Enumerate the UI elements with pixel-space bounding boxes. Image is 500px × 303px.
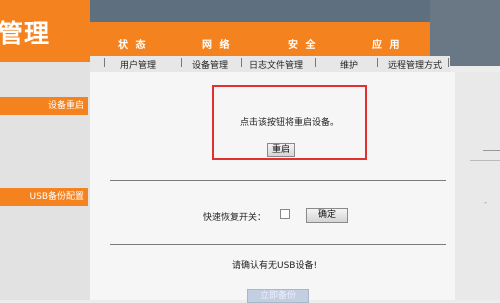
submenu-item-log-management[interactable]: 日志文件管理 [249,58,303,71]
confirm-button[interactable]: 确定 [306,208,348,223]
submenu-divider: | [103,58,107,68]
menu-item-network[interactable]: 网 络 [202,36,231,51]
menu-item-applications[interactable]: 应 用 [372,36,401,51]
submenu-item-user-management[interactable]: 用户管理 [120,58,156,71]
main-menu: 状 态 网 络 安 全 应 用 [90,22,430,56]
quick-restore-label: 快速恢复开关： [203,213,267,223]
right-panel-divider [470,160,500,161]
restart-message: 点击该按钮将重启设备。 [239,118,339,128]
right-panel-dash [483,150,500,151]
sidebar-label-device-restart: 设备重启 [0,97,88,115]
menu-item-status[interactable]: 状 态 [118,36,147,51]
logo-bar: 管理 [0,0,90,62]
submenu-item-maintenance[interactable]: 维护 [340,58,358,71]
submenu-divider: | [376,58,380,68]
menu-item-security[interactable]: 安 全 [288,36,317,51]
backup-now-button[interactable]: 立即备份 [247,289,309,303]
submenu-divider: | [180,58,184,68]
section-divider [110,180,446,181]
restart-button[interactable]: 重启 [267,143,295,157]
right-panel [455,72,500,300]
submenu-item-remote-management[interactable]: 远程管理方式 [388,58,442,71]
submenu-item-device-management[interactable]: 设备管理 [192,58,228,71]
submenu-divider: | [240,58,244,68]
section-divider [110,244,446,245]
highlight-box: 点击该按钮将重启设备。 重启 [212,85,367,160]
sidebar-label-usb-backup: USB备份配置 [0,188,88,206]
quick-restore-checkbox[interactable] [280,209,290,219]
right-panel-mark: - [484,198,488,208]
submenu-divider: | [447,58,451,68]
logo-text: 管理 [0,19,51,48]
submenu: | 用户管理 | 设备管理 | 日志文件管理 | 维护 | 远程管理方式 | [90,56,450,73]
usb-status-message: 请确认有无USB设备! [232,261,318,271]
submenu-divider: | [314,58,318,68]
